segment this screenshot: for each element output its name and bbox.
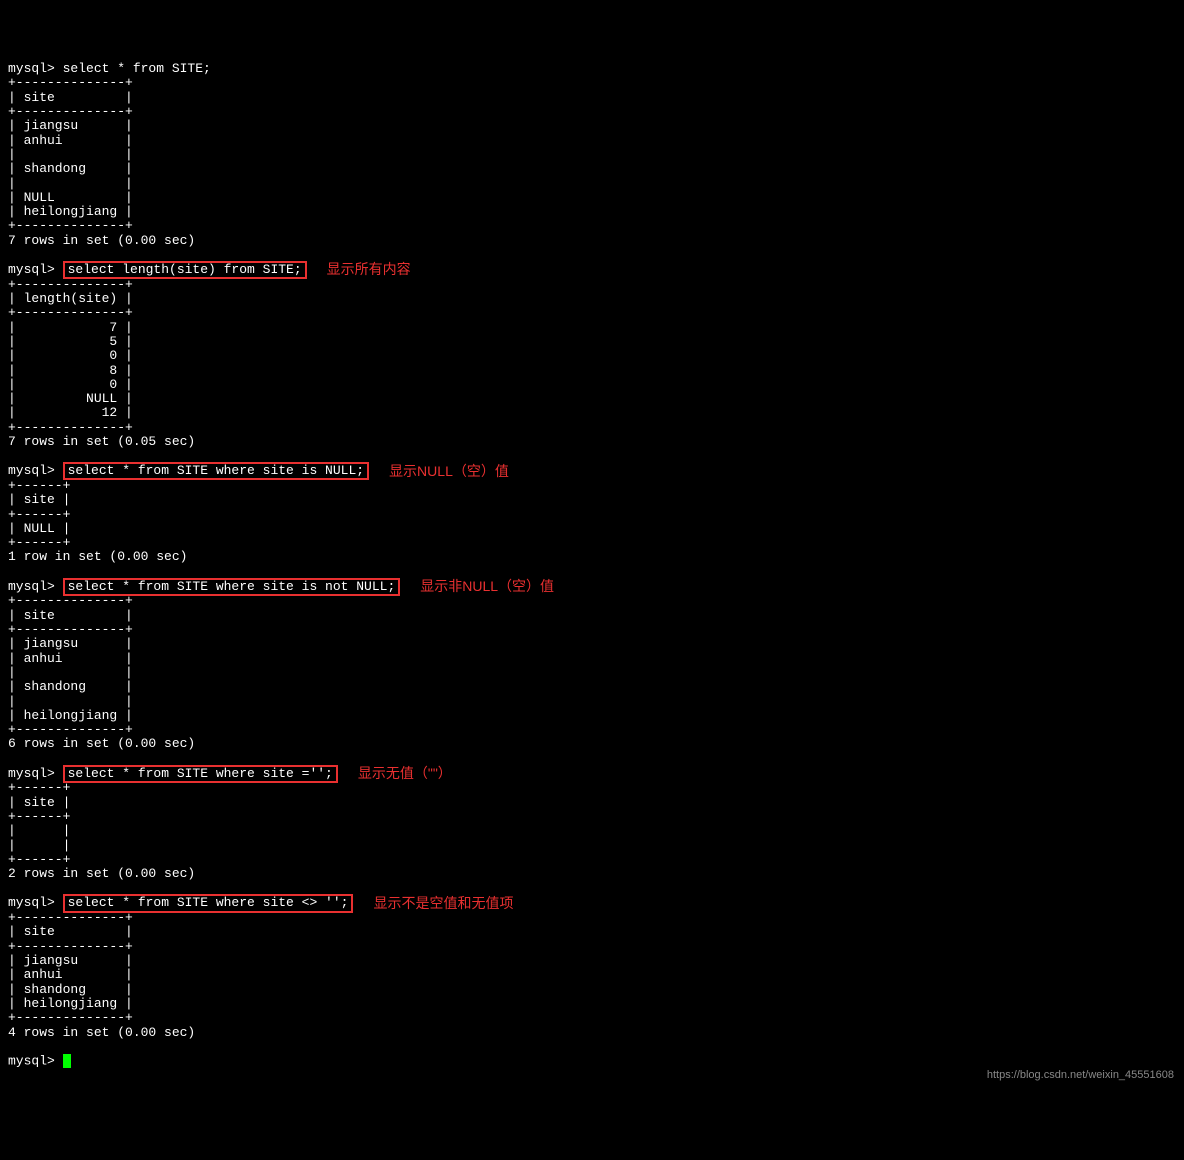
- watermark: https://blog.csdn.net/weixin_45551608: [987, 1069, 1174, 1081]
- table-separator: +------+: [8, 853, 1176, 867]
- table-row: | |: [8, 177, 1176, 191]
- terminal-output: mysql> select * from SITE;+-------------…: [8, 62, 1176, 1069]
- mysql-prompt: mysql> select * from SITE where site is …: [8, 579, 1176, 594]
- table-row: | NULL |: [8, 522, 1176, 536]
- table-separator: +--------------+: [8, 911, 1176, 925]
- table-separator: +--------------+: [8, 421, 1176, 435]
- table-header: | site |: [8, 609, 1176, 623]
- table-row: | shandong |: [8, 162, 1176, 176]
- table-row: | shandong |: [8, 680, 1176, 694]
- result-count: 7 rows in set (0.05 sec): [8, 435, 1176, 449]
- table-separator: +------+: [8, 810, 1176, 824]
- table-row: | anhui |: [8, 968, 1176, 982]
- mysql-prompt: mysql> select * from SITE where site <> …: [8, 896, 1176, 911]
- prompt: mysql>: [8, 896, 63, 910]
- table-row: | jiangsu |: [8, 119, 1176, 133]
- table-row: | 0 |: [8, 349, 1176, 363]
- annotation: 显示无值（""）: [358, 766, 452, 781]
- table-header: | length(site) |: [8, 292, 1176, 306]
- annotation: 显示非NULL（空）值: [420, 579, 554, 594]
- table-separator: +------+: [8, 508, 1176, 522]
- mysql-prompt: mysql> select * from SITE where site =''…: [8, 766, 1176, 781]
- table-row: | heilongjiang |: [8, 709, 1176, 723]
- table-separator: +------+: [8, 479, 1176, 493]
- result-count: 6 rows in set (0.00 sec): [8, 737, 1176, 751]
- table-separator: +--------------+: [8, 105, 1176, 119]
- table-separator: +--------------+: [8, 278, 1176, 292]
- table-separator: +--------------+: [8, 219, 1176, 233]
- table-row: | |: [8, 824, 1176, 838]
- prompt: mysql>: [8, 767, 63, 781]
- table-row: | heilongjiang |: [8, 205, 1176, 219]
- mysql-prompt: mysql> select length(site) from SITE;显示所…: [8, 262, 1176, 277]
- result-count: 7 rows in set (0.00 sec): [8, 234, 1176, 248]
- table-row: | NULL |: [8, 191, 1176, 205]
- table-separator: +--------------+: [8, 1011, 1176, 1025]
- table-row: | anhui |: [8, 652, 1176, 666]
- table-row: | |: [8, 666, 1176, 680]
- table-row: | |: [8, 839, 1176, 853]
- table-row: | heilongjiang |: [8, 997, 1176, 1011]
- prompt: mysql>: [8, 580, 63, 594]
- table-row: | 7 |: [8, 321, 1176, 335]
- table-row: | jiangsu |: [8, 637, 1176, 651]
- table-header: | site |: [8, 796, 1176, 810]
- sql-query-highlighted: select * from SITE where site is NULL;: [63, 462, 369, 480]
- annotation: 显示所有内容: [327, 262, 411, 277]
- table-row: | anhui |: [8, 134, 1176, 148]
- blank-line: [8, 1040, 1176, 1054]
- table-row: | 8 |: [8, 364, 1176, 378]
- table-row: | 12 |: [8, 406, 1176, 420]
- prompt: mysql>: [8, 263, 63, 277]
- table-separator: +--------------+: [8, 623, 1176, 637]
- terminal-cursor: [63, 1054, 71, 1068]
- sql-query-highlighted: select * from SITE where site ='';: [63, 765, 338, 783]
- mysql-prompt: mysql> select * from SITE where site is …: [8, 464, 1176, 479]
- table-separator: +--------------+: [8, 306, 1176, 320]
- table-row: | NULL |: [8, 392, 1176, 406]
- result-count: 1 row in set (0.00 sec): [8, 550, 1176, 564]
- table-row: | |: [8, 148, 1176, 162]
- table-separator: +--------------+: [8, 940, 1176, 954]
- table-header: | site |: [8, 91, 1176, 105]
- table-separator: +------+: [8, 536, 1176, 550]
- table-separator: +--------------+: [8, 594, 1176, 608]
- mysql-prompt: mysql> select * from SITE;: [8, 62, 1176, 76]
- table-separator: +--------------+: [8, 723, 1176, 737]
- table-header: | site |: [8, 925, 1176, 939]
- table-separator: +------+: [8, 781, 1176, 795]
- prompt: mysql>: [8, 464, 63, 478]
- annotation: 显示NULL（空）值: [389, 464, 509, 479]
- result-count: 4 rows in set (0.00 sec): [8, 1026, 1176, 1040]
- annotation: 显示不是空值和无值项: [373, 896, 513, 911]
- table-row: | |: [8, 695, 1176, 709]
- table-row: | 0 |: [8, 378, 1176, 392]
- table-row: | 5 |: [8, 335, 1176, 349]
- table-separator: +--------------+: [8, 76, 1176, 90]
- result-count: 2 rows in set (0.00 sec): [8, 867, 1176, 881]
- table-row: | jiangsu |: [8, 954, 1176, 968]
- table-row: | shandong |: [8, 983, 1176, 997]
- table-header: | site |: [8, 493, 1176, 507]
- mysql-prompt-active[interactable]: mysql>: [8, 1054, 1176, 1069]
